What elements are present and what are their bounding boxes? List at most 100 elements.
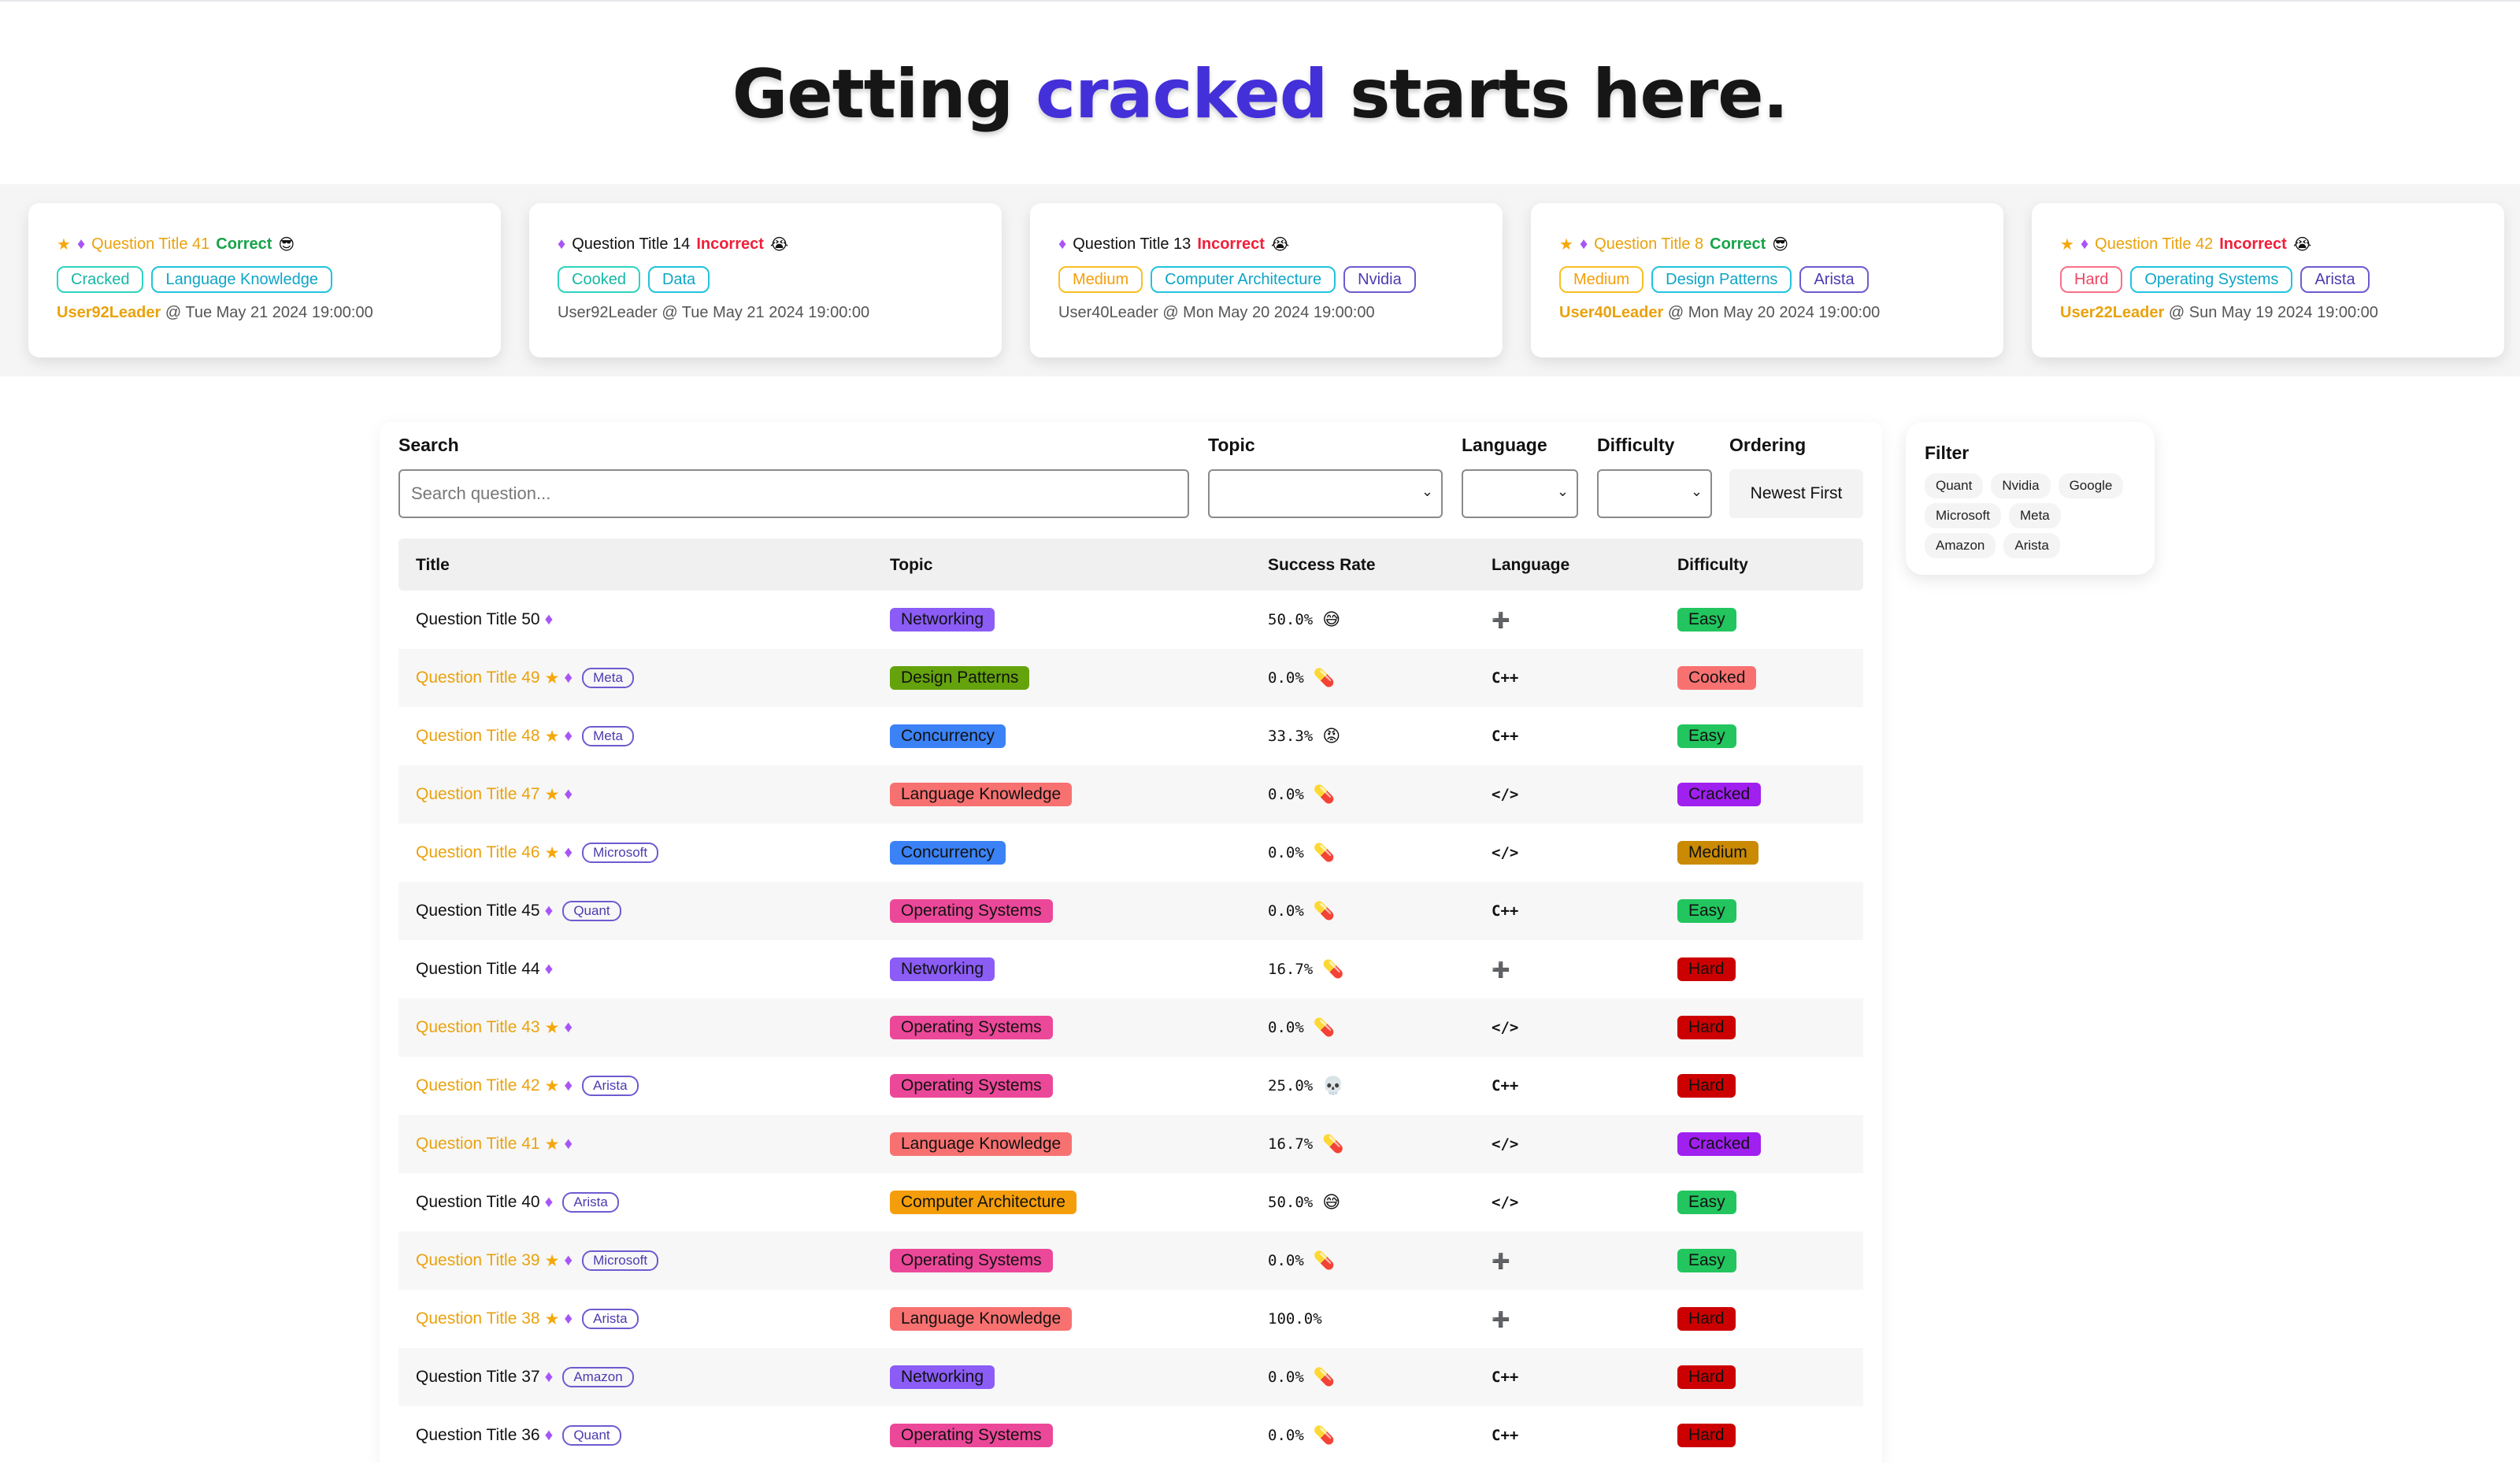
question-title-link[interactable]: Question Title 38 [416, 1309, 540, 1328]
difficulty-badge: Hard [1677, 1074, 1736, 1098]
question-title-link[interactable]: Question Title 42 [416, 1076, 540, 1095]
topic-badge: Operating Systems [890, 1424, 1053, 1447]
search-input[interactable] [398, 469, 1189, 518]
language-label: Language [1462, 435, 1547, 455]
language-icon: </> [1492, 786, 1519, 803]
activity-card-header: ★ ♦ Question Title 41 Correct 😎 [57, 233, 472, 255]
table-row[interactable]: Question Title 46 ★ ♦ Microsoft Concurrency 0… [398, 824, 1863, 882]
question-title-link[interactable]: Question Title 48 [416, 727, 540, 746]
activity-result: Correct [216, 235, 272, 253]
table-row[interactable]: Question Title 45 ♦ Quant Operating Systems… [398, 882, 1863, 940]
header-difficulty[interactable]: Difficulty [1677, 556, 1748, 575]
language-icon: </> [1492, 1019, 1519, 1036]
ordering-button[interactable]: Newest First [1729, 469, 1863, 518]
filter-chip[interactable]: Nvidia [1991, 473, 2051, 498]
table-row[interactable]: Question Title 49 ★ ♦ Meta Design Patterns 0.… [398, 649, 1863, 707]
header-topic[interactable]: Topic [890, 556, 932, 575]
activity-user[interactable]: User22Leader [2060, 304, 2164, 321]
star-icon: ★ [544, 1018, 560, 1037]
activity-card-header: ♦ Question Title 13 Incorrect 😭 [1058, 233, 1474, 255]
table-row[interactable]: Question Title 36 ♦ Quant Operating Systems… [398, 1406, 1863, 1463]
activity-date: @ Mon May 20 2024 19:00:00 [1162, 304, 1375, 321]
filter-chip[interactable]: Google [2058, 473, 2124, 498]
question-title-link[interactable]: Question Title 49 [416, 669, 540, 687]
activity-card[interactable]: ♦ Question Title 13 Incorrect 😭 Medium Comput… [1030, 203, 1503, 357]
filter-chip[interactable]: Meta [2008, 503, 2061, 528]
question-title-link[interactable]: Question Title 40 [416, 1193, 540, 1212]
difficulty-label: Difficulty [1597, 435, 1675, 455]
activity-question-title[interactable]: Question Title 41 [91, 235, 209, 254]
question-title-link[interactable]: Question Title 36 [416, 1426, 540, 1445]
question-title-link[interactable]: Question Title 44 [416, 960, 540, 979]
activity-result: Incorrect [1197, 235, 1265, 253]
success-rate-value: 0.0% [1268, 1252, 1304, 1269]
difficulty-badge: Hard [1677, 1307, 1736, 1331]
question-title-link[interactable]: Question Title 43 [416, 1018, 540, 1037]
activity-card[interactable]: ★ ♦ Question Title 8 Correct 😎 Medium Design P… [1531, 203, 2003, 357]
question-title-link[interactable]: Question Title 39 [416, 1251, 540, 1270]
rate-emoji-icon: 💊 [1313, 843, 1336, 863]
question-title-link[interactable]: Question Title 45 [416, 902, 540, 920]
table-row[interactable]: Question Title 44 ♦ Networking 16.7% 💊 ➕ Hard [398, 940, 1863, 998]
header-title[interactable]: Title [416, 556, 450, 575]
sunglasses-emoji-icon: 😎 [1772, 235, 1789, 254]
question-title-link[interactable]: Question Title 37 [416, 1368, 540, 1387]
question-title-link[interactable]: Question Title 47 [416, 785, 540, 804]
success-rate-value: 0.0% [1268, 669, 1304, 687]
recent-activity-strip: ★ ♦ Question Title 41 Correct 😎 Cracked Langua… [0, 184, 2520, 376]
table-row[interactable]: Question Title 50 ♦ Networking 50.0% 😅 ➕ Easy [398, 591, 1863, 649]
table-row[interactable]: Question Title 42 ★ ♦ Arista Operating Syste… [398, 1057, 1863, 1115]
star-icon: ★ [2060, 235, 2074, 254]
question-title-link[interactable]: Question Title 46 [416, 843, 540, 862]
activity-user[interactable]: User92Leader [558, 304, 658, 321]
language-icon: C++ [1492, 902, 1519, 920]
activity-question-title[interactable]: Question Title 8 [1594, 235, 1703, 254]
table-header: Title Topic Success Rate Language Diffic… [398, 539, 1863, 591]
activity-question-title[interactable]: Question Title 42 [2095, 235, 2213, 254]
filter-chip[interactable]: Arista [2003, 533, 2060, 558]
difficulty-cell: Hard [1677, 1290, 1736, 1348]
success-rate-value: 50.0% [1268, 611, 1314, 628]
topic-select[interactable]: ⌄ [1208, 469, 1443, 518]
title-cell: Question Title 47 ★ ♦ [416, 765, 573, 824]
header-success-rate[interactable]: Success Rate [1268, 556, 1376, 575]
question-title-link[interactable]: Question Title 50 [416, 610, 540, 629]
table-row[interactable]: Question Title 41 ★ ♦ Language Knowledge 16.… [398, 1115, 1863, 1173]
header-language[interactable]: Language [1492, 556, 1569, 575]
filter-chip[interactable]: Amazon [1925, 533, 1996, 558]
success-rate-value: 0.0% [1268, 1019, 1304, 1036]
table-row[interactable]: Question Title 37 ♦ Amazon Networking 0.0% 💊 C… [398, 1348, 1863, 1406]
topic-badge: Networking [890, 957, 995, 981]
difficulty-select[interactable]: ⌄ [1597, 469, 1712, 518]
language-icon: C++ [1492, 1077, 1519, 1094]
company-tag: Arista [562, 1192, 619, 1213]
activity-card[interactable]: ★ ♦ Question Title 42 Incorrect 😭 Hard Operati… [2032, 203, 2504, 357]
table-row[interactable]: Question Title 38 ★ ♦ Arista Language Knowle… [398, 1290, 1863, 1348]
activity-card[interactable]: ★ ♦ Question Title 41 Correct 😎 Cracked Langua… [28, 203, 501, 357]
language-cell: C++ [1492, 1348, 1518, 1406]
topic-badge: Networking [890, 608, 995, 631]
table-row[interactable]: Question Title 40 ♦ Arista Computer Archite… [398, 1173, 1863, 1232]
activity-card[interactable]: ♦ Question Title 14 Incorrect 😭 Cooked Data Us… [529, 203, 1002, 357]
activity-user[interactable]: User92Leader [57, 304, 161, 321]
activity-user[interactable]: User40Leader [1058, 304, 1158, 321]
table-row[interactable]: Question Title 48 ★ ♦ Meta Concurrency 33.3% 😡… [398, 707, 1863, 765]
activity-question-title[interactable]: Question Title 13 [1073, 235, 1191, 254]
topic-cell: Language Knowledge [890, 765, 1073, 824]
activity-user[interactable]: User40Leader [1559, 304, 1663, 321]
rate-emoji-icon: 😅 [1322, 1192, 1341, 1213]
company-tag: Arista [582, 1309, 639, 1329]
filter-chip[interactable]: Microsoft [1925, 503, 2001, 528]
language-select[interactable]: ⌄ [1462, 469, 1578, 518]
topic-cell: Operating Systems [890, 1406, 1053, 1463]
activity-question-title[interactable]: Question Title 14 [572, 235, 690, 254]
success-rate-value: 0.0% [1268, 1427, 1304, 1444]
filter-chip[interactable]: Quant [1925, 473, 1984, 498]
table-row[interactable]: Question Title 39 ★ ♦ Microsoft Operating Sy… [398, 1232, 1863, 1290]
activity-tags: Cracked Language Knowledge [57, 266, 472, 293]
question-title-link[interactable]: Question Title 41 [416, 1135, 540, 1154]
activity-card-header: ★ ♦ Question Title 8 Correct 😎 [1559, 233, 1975, 255]
table-row[interactable]: Question Title 47 ★ ♦ Language Knowledge 0.0… [398, 765, 1863, 824]
diamond-icon: ♦ [544, 1426, 554, 1444]
table-row[interactable]: Question Title 43 ★ ♦ Operating Systems 0.0%… [398, 998, 1863, 1057]
